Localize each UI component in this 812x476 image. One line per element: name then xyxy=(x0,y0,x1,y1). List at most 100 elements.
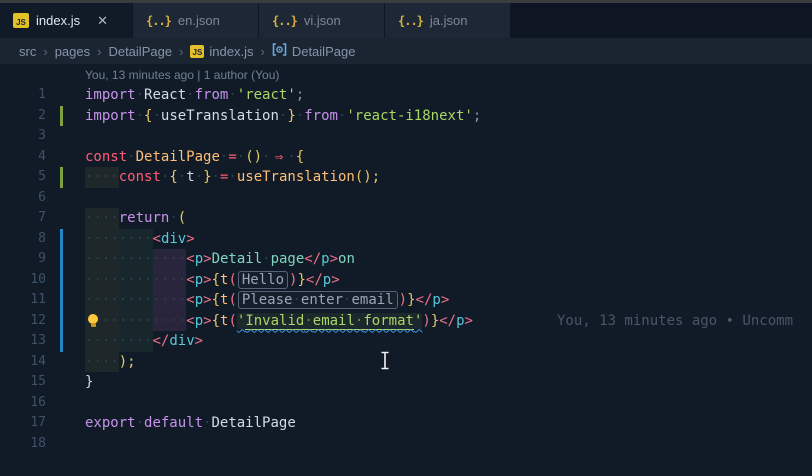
code-line-content[interactable]: ············<p>{t(Please·enter·email)}</… xyxy=(85,290,812,311)
whitespace-dot: · xyxy=(135,271,145,288)
indent-guide: ···· xyxy=(118,269,153,290)
close-icon[interactable]: ✕ xyxy=(97,14,108,27)
code-line-15[interactable]: 15} xyxy=(0,372,812,393)
code-line-6[interactable]: 6 xyxy=(0,188,812,209)
whitespace-dot: · xyxy=(93,271,102,288)
code-token: React xyxy=(144,87,187,103)
code-line-7[interactable]: 7 ····return·( xyxy=(0,208,812,229)
gutter-change-bar-modified xyxy=(60,228,63,249)
breadcrumb-item-symbol-detailpage[interactable]: DetailPage xyxy=(272,43,355,59)
missing-translation-key[interactable]: 'Invalid·email·format' xyxy=(236,312,423,330)
code-token: DetailPage xyxy=(135,148,220,165)
whitespace-dot: · xyxy=(110,251,119,267)
code-token: > xyxy=(203,271,212,288)
code-line-content[interactable]: ············<p>{t(Hello)}</p> xyxy=(85,269,812,290)
code-token: < xyxy=(186,251,195,267)
code-token: 'react' xyxy=(236,87,296,103)
code-line-content[interactable]: import·React·from·'react'; xyxy=(85,85,812,106)
lightbulb-icon[interactable] xyxy=(87,313,100,329)
whitespace-dot: · xyxy=(127,312,136,329)
code-line-1[interactable]: 1 import·React·from·'react'; xyxy=(0,85,812,106)
code-token: · xyxy=(195,169,203,185)
code-line-content[interactable] xyxy=(85,126,812,147)
code-line-content[interactable] xyxy=(85,188,812,209)
tab-ja-json[interactable]: {..} ja.json xyxy=(385,3,511,38)
breadcrumb-item-src[interactable]: src xyxy=(19,44,36,59)
whitespace-dot: · xyxy=(127,230,136,247)
code-line-11[interactable]: 11 ············<p>{t(Please·enter·email)}… xyxy=(0,290,812,311)
breadcrumb-item-index-js[interactable]: JS index.js xyxy=(190,44,253,59)
code-line-content[interactable]: } xyxy=(85,372,812,393)
whitespace-dot: · xyxy=(110,333,119,349)
code-line-5[interactable]: 5 ····const·{·t·}·=·useTranslation(); xyxy=(0,167,812,188)
code-line-3[interactable]: 3 xyxy=(0,126,812,147)
json-file-icon: {..} xyxy=(398,13,424,28)
code-line-10[interactable]: 10 ············<p>{t(Hello)}</p> xyxy=(0,269,812,290)
tab-en-json[interactable]: {..} en.json xyxy=(133,3,259,38)
code-line-content[interactable]: export·default·DetailPage xyxy=(85,413,812,434)
code-line-content[interactable]: ············<p>Detail·page</p>on xyxy=(85,249,812,270)
code-line-content[interactable]: const·DetailPage·=·()· ⇒ ·{ xyxy=(85,147,812,168)
whitespace-dot: · xyxy=(110,271,119,288)
code-token: () xyxy=(245,148,263,165)
code-token: · xyxy=(186,87,194,103)
whitespace-dot: · xyxy=(186,87,195,103)
whitespace-dot: · xyxy=(93,333,102,349)
code-line-content[interactable] xyxy=(85,393,812,414)
code-line-content[interactable]: ········<div> xyxy=(85,228,812,249)
js-file-icon: JS xyxy=(190,44,205,58)
code-line-18[interactable]: 18 xyxy=(0,434,812,455)
inline-git-blame: You, 13 minutes ago • Uncomm xyxy=(557,312,794,329)
code-editor[interactable]: You, 13 minutes ago | 1 author (You) 1 im… xyxy=(0,64,812,476)
whitespace-dot: · xyxy=(110,353,119,370)
code-token: ⇒ xyxy=(274,148,284,165)
code-token: · xyxy=(127,149,135,165)
code-token: ; xyxy=(295,87,305,103)
tab-index-js[interactable]: JS index.js ✕ xyxy=(0,3,133,38)
gutter-change-bar-modified xyxy=(60,331,63,352)
whitespace-dot: · xyxy=(135,292,145,308)
code-line-content[interactable]: ····return·( xyxy=(85,208,812,229)
code-line-17[interactable]: 17 export·default·DetailPage xyxy=(0,413,812,434)
line-number: 8 xyxy=(38,230,46,246)
whitespace-dot: · xyxy=(110,169,119,185)
breadcrumb-item-pages[interactable]: pages xyxy=(55,44,90,59)
chevron-separator-icon: › xyxy=(43,43,48,59)
code-line-content[interactable]: ····); xyxy=(85,351,812,372)
whitespace-dot: · xyxy=(118,312,128,329)
whitespace-dot: · xyxy=(93,353,102,370)
tab-vi-json[interactable]: {..} vi.json xyxy=(259,3,385,38)
whitespace-dot: · xyxy=(152,251,161,267)
indent-guide: ···· xyxy=(85,269,119,290)
code-line-8[interactable]: 8 ········<div> xyxy=(0,228,812,249)
code-token: { xyxy=(211,292,220,308)
code-line-content[interactable]: ········</div> xyxy=(85,331,812,352)
whitespace-dot: · xyxy=(152,292,161,308)
code-token: p xyxy=(194,312,204,329)
code-line-16[interactable]: 16 xyxy=(0,393,812,414)
code-line-13[interactable]: 13 ········</div> xyxy=(0,331,812,352)
gutter-change-bar-added xyxy=(60,167,63,188)
code-token: · xyxy=(228,87,236,103)
code-line-4[interactable]: 4 const·DetailPage·=·()· ⇒ ·{ xyxy=(0,147,812,168)
code-line-14[interactable]: 14 ····); xyxy=(0,351,812,372)
code-line-9[interactable]: 9 ············<p>Detail·page</p>on xyxy=(0,249,812,270)
breadcrumb-item-detailpage[interactable]: DetailPage xyxy=(108,44,172,59)
whitespace-dot: · xyxy=(144,333,153,349)
i18n-translation-annotation[interactable]: Hello xyxy=(237,270,289,289)
i18n-translation-annotation[interactable]: Please·enter·email xyxy=(237,291,398,309)
codelens-blame[interactable]: You, 13 minutes ago | 1 author (You) xyxy=(85,64,812,85)
code-line-2[interactable]: 2 import·{·useTranslation·}·from·'react-i… xyxy=(0,105,812,127)
whitespace-dot: · xyxy=(118,333,128,349)
code-token: { xyxy=(295,148,305,165)
code-line-12[interactable]: 12 You, 13 minutes ago • Uncomm ··········… xyxy=(0,310,812,331)
whitespace-dot: · xyxy=(152,271,161,288)
code-line-content[interactable] xyxy=(85,434,812,455)
code-token: } xyxy=(85,374,94,390)
code-token: </ xyxy=(305,271,323,288)
code-token: < xyxy=(186,271,195,288)
code-line-content[interactable]: ····const·{·t·}·=·useTranslation(); xyxy=(85,167,812,188)
code-token: on xyxy=(338,251,355,267)
whitespace-dot: · xyxy=(295,107,305,124)
code-line-content[interactable]: import·{·useTranslation·}·from·'react-i1… xyxy=(85,106,812,127)
